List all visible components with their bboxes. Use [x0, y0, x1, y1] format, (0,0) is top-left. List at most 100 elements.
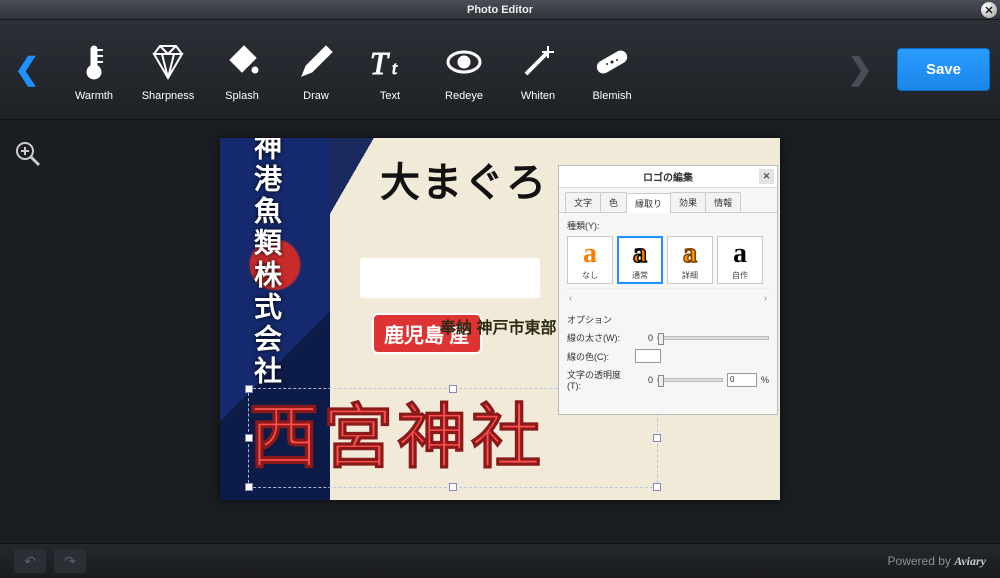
tab-outline[interactable]: 縁取り [626, 193, 671, 213]
chevron-right-icon: ❯ [847, 52, 872, 87]
slider-knob[interactable] [658, 333, 664, 345]
resize-handle[interactable] [245, 434, 253, 442]
thumb-scroll-left[interactable]: ‹ [569, 293, 572, 303]
pencil-icon [292, 38, 340, 86]
tool-blemish[interactable]: Blemish [582, 38, 642, 102]
close-icon: ✕ [984, 4, 993, 17]
outline-style-thumb[interactable]: a詳細 [667, 236, 713, 284]
tool-whiten[interactable]: Whiten [508, 38, 568, 102]
tab-info[interactable]: 情報 [705, 192, 741, 212]
outline-width-value: 0 [635, 333, 653, 343]
redo-icon: ↷ [64, 553, 76, 569]
tool-label: Text [380, 90, 400, 102]
resize-handle[interactable] [449, 385, 457, 393]
save-button[interactable]: Save [897, 48, 990, 91]
tool-text[interactable]: Tt Text [360, 38, 420, 102]
photo-banner-vertical: 神港魚類株式会社 [246, 138, 286, 388]
dialog-titlebar[interactable]: ロゴの編集 ✕ [559, 166, 777, 188]
wand-icon [514, 38, 562, 86]
dialog-body: 種類(Y): a なし a通常a詳細 a 自作 ‹ › オプション 線の太さ(W): 0… [559, 213, 777, 402]
magnifier-plus-icon [14, 140, 42, 168]
thumb-glyph-icon: a [583, 240, 597, 268]
outline-width-row: 線の太さ(W): 0 [567, 331, 769, 344]
outline-width-label: 線の太さ(W): [567, 331, 631, 344]
zoom-in-button[interactable] [14, 140, 42, 168]
tool-sharpness[interactable]: Sharpness [138, 38, 198, 102]
dialog-tabs: 文字 色 縁取り 効果 情報 [559, 188, 777, 213]
tool-list: Warmth Sharpness Splash Draw Tt Text [44, 38, 843, 102]
outline-color-row: 線の色(C): [567, 349, 769, 363]
tool-splash[interactable]: Splash [212, 38, 272, 102]
thumb-scroll-right[interactable]: › [764, 293, 767, 303]
window-titlebar: Photo Editor ✕ [0, 0, 1000, 20]
text-opacity-label: 文字の透明度(T): [567, 368, 631, 391]
tool-label: Redeye [445, 90, 483, 102]
resize-handle[interactable] [653, 434, 661, 442]
redo-button[interactable]: ↷ [54, 549, 86, 573]
tool-redeye[interactable]: Redeye [434, 38, 494, 102]
tool-label: Draw [303, 90, 329, 102]
bucket-icon [218, 38, 266, 86]
dialog-title: ロゴの編集 [643, 169, 693, 184]
diamond-icon [144, 38, 192, 86]
outline-style-thumb[interactable]: a通常 [617, 236, 663, 284]
resize-handle[interactable] [449, 483, 457, 491]
tab-effect[interactable]: 効果 [670, 192, 706, 212]
resize-handle[interactable] [245, 483, 253, 491]
workspace: 神港魚類株式会社 大まぐろ 体長 2,3 m 重量 鹿児島 産 奉納 神戸市東部… [0, 120, 1000, 543]
tool-label: Blemish [592, 90, 631, 102]
tab-text[interactable]: 文字 [565, 192, 601, 212]
next-arrow-button[interactable]: ❯ [843, 38, 877, 102]
prev-arrow-button[interactable]: ❮ [10, 38, 44, 102]
dialog-close-button[interactable]: ✕ [759, 169, 774, 184]
canvas[interactable]: 神港魚類株式会社 大まぐろ 体長 2,3 m 重量 鹿児島 産 奉納 神戸市東部… [220, 138, 780, 500]
photo-sign-title: 大まぐろ [380, 150, 548, 208]
svg-text:T: T [370, 45, 390, 81]
svg-text:t: t [392, 58, 398, 78]
outline-style-thumb[interactable]: a なし [567, 236, 613, 284]
photo-sign-measure: 体長 2,3 m 重量 [374, 264, 516, 293]
tool-draw[interactable]: Draw [286, 38, 346, 102]
resize-handle[interactable] [653, 483, 661, 491]
thumb-caption: 通常 [632, 270, 648, 281]
tool-label: Splash [225, 90, 259, 102]
tool-label: Sharpness [142, 90, 195, 102]
text-opacity-unit: % [761, 375, 769, 385]
window-close-button[interactable]: ✕ [981, 2, 997, 18]
outline-style-thumb[interactable]: a 自作 [717, 236, 763, 284]
undo-button[interactable]: ↶ [14, 549, 46, 573]
text-icon: Tt [366, 38, 414, 86]
tab-color[interactable]: 色 [600, 192, 627, 212]
thumb-glyph-icon: a [733, 240, 747, 268]
slider-knob[interactable] [658, 375, 664, 387]
bandage-icon [588, 38, 636, 86]
chevron-left-icon: ❮ [14, 52, 39, 87]
undo-icon: ↶ [24, 553, 36, 569]
toolbar: ❮ Warmth Sharpness Splash Draw [0, 20, 1000, 120]
text-opacity-value: 0 [635, 375, 653, 385]
resize-handle[interactable] [245, 385, 253, 393]
thumb-caption: なし [582, 270, 598, 281]
type-label: 種類(Y): [567, 219, 769, 232]
thumb-row: a なし a通常a詳細 a 自作 [567, 236, 769, 289]
photo-sign-host: 奉納 神戸市東部 [440, 314, 556, 338]
tool-warmth[interactable]: Warmth [64, 38, 124, 102]
footer: ↶ ↷ Powered by Aviary [0, 543, 1000, 578]
thumb-caption: 自作 [732, 270, 748, 281]
thumb-caption: 詳細 [682, 270, 698, 281]
window-title: Photo Editor [467, 4, 533, 16]
powered-brand: Aviary [954, 554, 986, 568]
thermometer-icon [70, 38, 118, 86]
eye-icon [440, 38, 488, 86]
text-opacity-spinner[interactable]: 0 [727, 373, 757, 387]
text-opacity-slider[interactable] [657, 378, 723, 382]
logo-edit-dialog[interactable]: ロゴの編集 ✕ 文字 色 縁取り 効果 情報 種類(Y): aなしa通常a詳細a… [558, 165, 778, 415]
outline-color-swatch[interactable] [635, 349, 661, 363]
outline-width-slider[interactable] [657, 336, 769, 340]
options-header: オプション [567, 313, 769, 326]
tool-label: Whiten [521, 90, 555, 102]
tool-label: Warmth [75, 90, 113, 102]
powered-prefix: Powered by [888, 554, 955, 568]
outline-color-label: 線の色(C): [567, 350, 631, 363]
text-opacity-row: 文字の透明度(T): 0 0 % [567, 368, 769, 391]
